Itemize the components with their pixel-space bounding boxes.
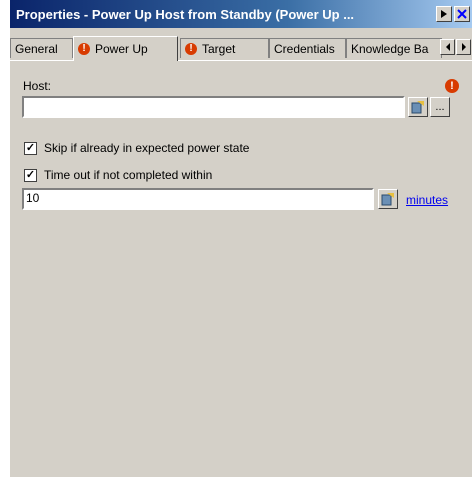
insert-variable-icon xyxy=(411,101,424,114)
close-icon[interactable] xyxy=(454,6,470,22)
warning-icon: ! xyxy=(185,42,197,55)
skip-checkbox[interactable]: ✓ xyxy=(24,142,37,155)
tab-knowledge-base-label: Knowledge Ba xyxy=(351,41,429,56)
timeout-variable-button[interactable] xyxy=(378,189,398,209)
host-input[interactable] xyxy=(22,96,405,118)
tab-strip: General ! Power Up ! Target Credentials … xyxy=(10,36,472,61)
host-label: Host: xyxy=(23,79,52,93)
timeout-checkbox[interactable]: ✓ xyxy=(24,169,37,182)
timeout-input[interactable]: 10 xyxy=(22,188,374,210)
warning-icon: ! xyxy=(78,43,90,55)
tab-target-label: Target xyxy=(202,41,236,56)
tab-power-up[interactable]: ! Power Up xyxy=(73,36,178,61)
timeout-label: Time out if not completed within xyxy=(44,168,213,182)
insert-variable-icon xyxy=(381,193,394,206)
title-bar[interactable]: Properties - Power Up Host from Standby … xyxy=(10,0,472,28)
window-title: Properties - Power Up Host from Standby … xyxy=(16,6,355,22)
properties-dialog: Properties - Power Up Host from Standby … xyxy=(10,0,472,477)
tab-general-label: General xyxy=(15,41,58,56)
host-error-icon: ! xyxy=(445,79,459,93)
tab-knowledge-base[interactable]: Knowledge Ba xyxy=(346,38,442,58)
timeout-input-value: 10 xyxy=(26,191,40,205)
tab-general[interactable]: General xyxy=(10,38,73,58)
tab-scroll-right-icon[interactable] xyxy=(456,39,471,55)
host-browse-label: ... xyxy=(435,101,445,113)
tab-power-up-label: Power Up xyxy=(95,42,148,56)
tab-scroll-left-icon[interactable] xyxy=(440,39,455,55)
tab-target[interactable]: ! Target xyxy=(180,38,269,58)
minutes-link[interactable]: minutes xyxy=(406,193,448,207)
tab-credentials-label: Credentials xyxy=(274,41,335,56)
tab-credentials[interactable]: Credentials xyxy=(269,38,346,58)
skip-label: Skip if already in expected power state xyxy=(44,141,250,155)
help-icon[interactable] xyxy=(436,6,452,22)
host-browse-button[interactable]: ... xyxy=(430,97,450,117)
host-variable-button[interactable] xyxy=(408,97,428,117)
